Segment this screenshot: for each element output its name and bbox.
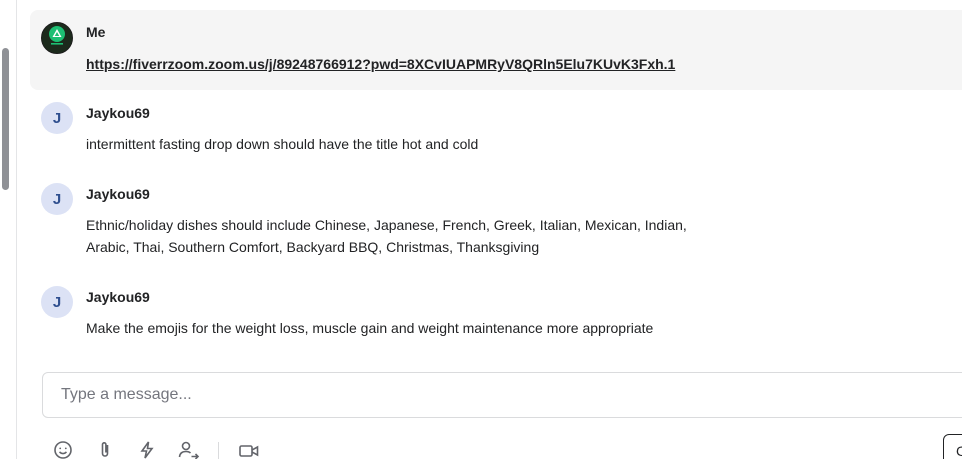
message-text-line: Ethnic/holiday dishes should include Chi… [86,217,687,233]
video-call-icon[interactable] [238,440,260,459]
message-item: Me https://fiverrzoom.zoom.us/j/89248766… [30,10,962,90]
zoom-meeting-link[interactable]: https://fiverrzoom.zoom.us/j/89248766912… [86,56,675,72]
message-text: intermittent fasting drop down should ha… [86,136,479,152]
sender-name: Me [86,24,106,40]
sender-name: Jaykou69 [86,186,150,202]
message-text: Make the emojis for the weight loss, mus… [86,320,654,336]
toolbar-divider [218,442,219,459]
chat-window: Me https://fiverrzoom.zoom.us/j/89248766… [0,0,962,459]
message-list: Me https://fiverrzoom.zoom.us/j/89248766… [30,10,962,355]
emoji-icon[interactable] [52,440,74,459]
send-button[interactable]: C [943,434,962,459]
user-avatar[interactable] [41,22,73,54]
sender-name: Jaykou69 [86,105,150,121]
quick-response-icon[interactable] [136,440,158,459]
user-avatar[interactable]: J [41,102,73,134]
user-avatar[interactable]: J [41,183,73,215]
message-item: J Jaykou69 Ethnic/holiday dishes should … [30,171,962,274]
message-composer [42,372,962,418]
fiverr-logo-icon [42,23,72,53]
scroll-rail [0,0,17,459]
message-text-line: Arabic, Thai, Southern Comfort, Backyard… [86,239,540,255]
message-item: J Jaykou69 intermittent fasting drop dow… [30,90,962,171]
message-item: J Jaykou69 Make the emojis for the weigh… [30,274,962,355]
attachment-icon[interactable] [94,440,116,459]
user-avatar[interactable]: J [41,286,73,318]
share-contact-icon[interactable] [178,440,200,459]
sender-name: Jaykou69 [86,289,150,305]
message-input[interactable] [59,385,943,405]
scrollbar-thumb[interactable] [2,48,9,190]
